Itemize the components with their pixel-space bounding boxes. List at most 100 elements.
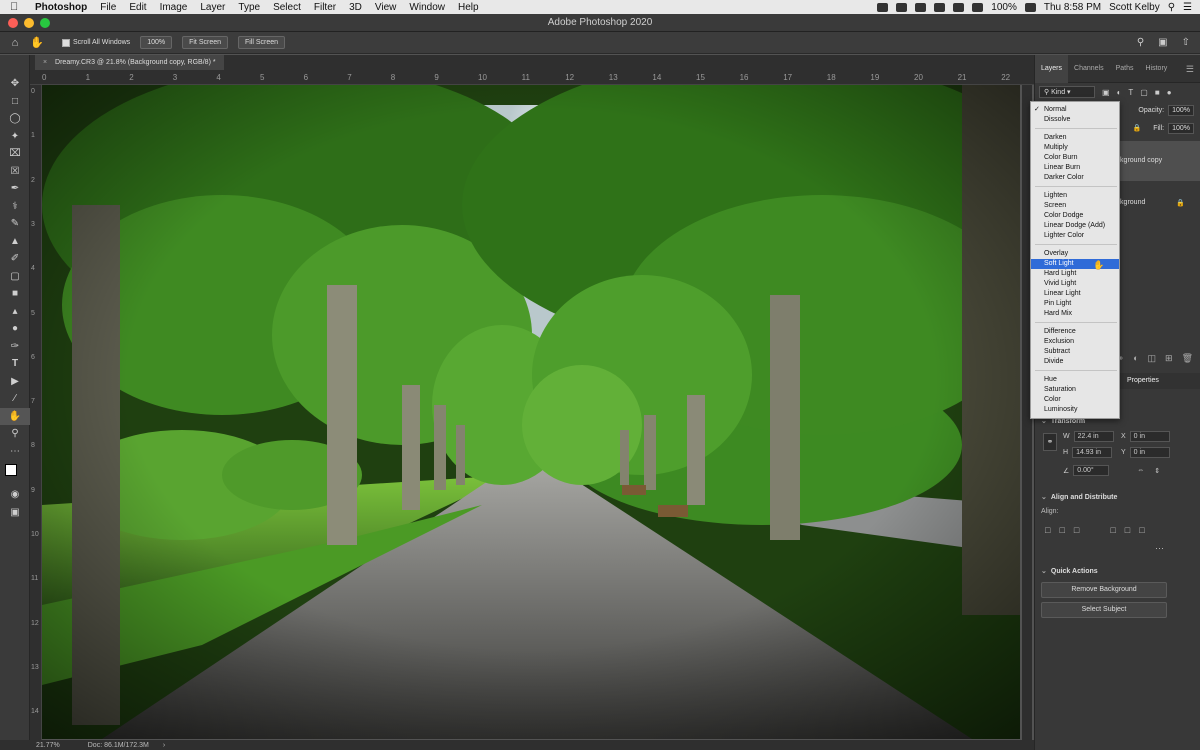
align-section-title[interactable]: Align and Distribute bbox=[1041, 493, 1118, 501]
tab-history[interactable]: History bbox=[1140, 55, 1174, 83]
blend-linear-dodge[interactable]: Linear Dodge (Add) bbox=[1031, 221, 1119, 231]
eyedropper-tool-icon[interactable]: ✒ bbox=[0, 180, 30, 198]
dropbox-icon[interactable] bbox=[877, 2, 889, 12]
eraser-tool-icon[interactable]: ▢ bbox=[0, 268, 30, 286]
blend-linear-burn[interactable]: Linear Burn bbox=[1031, 163, 1119, 173]
status-icon[interactable] bbox=[915, 2, 927, 12]
quick-actions-section-title[interactable]: Quick Actions bbox=[1041, 567, 1098, 575]
new-layer-icon[interactable]: ⊞ bbox=[1165, 353, 1173, 367]
bluetooth-icon[interactable] bbox=[934, 2, 946, 12]
menu-layer[interactable]: Layer bbox=[200, 2, 225, 13]
pixel-filter-icon[interactable]: ▣ bbox=[1102, 88, 1110, 97]
opacity-input[interactable]: 100% bbox=[1168, 104, 1194, 116]
h-input[interactable]: 14.93 in bbox=[1072, 447, 1113, 458]
remove-background-button[interactable]: Remove Background bbox=[1041, 582, 1167, 598]
delete-layer-icon[interactable]: 🗑 bbox=[1182, 353, 1193, 367]
adjustment-filter-icon[interactable]: ◐ bbox=[1117, 88, 1122, 97]
app-menu[interactable]: Photoshop bbox=[35, 2, 87, 13]
quick-select-tool-icon[interactable]: ✦ bbox=[0, 128, 30, 146]
home-icon[interactable]: ⌂ bbox=[0, 37, 30, 49]
blend-hue[interactable]: Hue bbox=[1031, 375, 1119, 385]
w-input[interactable]: 22.4 in bbox=[1073, 431, 1114, 442]
fit-screen-button[interactable]: Fit Screen bbox=[182, 36, 228, 49]
stamp-tool-icon[interactable]: ▲ bbox=[0, 233, 30, 251]
type-filter-icon[interactable]: T bbox=[1128, 88, 1133, 97]
share-icon[interactable]: ⇧ bbox=[1182, 37, 1190, 48]
healing-tool-icon[interactable]: ⚕ bbox=[0, 198, 30, 216]
blend-vivid-light[interactable]: Vivid Light bbox=[1031, 279, 1119, 289]
control-center-icon[interactable]: ☰ bbox=[1183, 2, 1192, 13]
angle-input[interactable]: 0.00° bbox=[1073, 465, 1110, 476]
vertical-ruler[interactable]: 0 1 2 3 4 5 6 7 8 9 10 11 12 13 14 bbox=[30, 85, 42, 740]
blend-subtract[interactable]: Subtract bbox=[1031, 347, 1119, 357]
link-dimensions-icon[interactable]: ⚭ bbox=[1043, 433, 1057, 451]
filter-toggle-icon[interactable]: ● bbox=[1167, 88, 1172, 97]
doc-size[interactable]: Doc: 86.1M/172.3M bbox=[88, 742, 149, 749]
blend-darken[interactable]: Darken bbox=[1031, 133, 1119, 143]
menu-select[interactable]: Select bbox=[273, 2, 301, 13]
hand-tool-icon[interactable]: ✋ bbox=[0, 407, 30, 425]
blend-hard-mix[interactable]: Hard Mix bbox=[1031, 309, 1119, 319]
menu-image[interactable]: Image bbox=[160, 2, 188, 13]
brush-tool-icon[interactable]: ✎ bbox=[0, 215, 30, 233]
lasso-tool-icon[interactable]: ◯ bbox=[0, 110, 30, 128]
blend-hard-light[interactable]: Hard Light bbox=[1031, 269, 1119, 279]
blend-lighter-color[interactable]: Lighter Color bbox=[1031, 231, 1119, 241]
blend-color-burn[interactable]: Color Burn bbox=[1031, 153, 1119, 163]
smart-filter-icon[interactable]: ■ bbox=[1155, 88, 1160, 97]
history-brush-tool-icon[interactable]: ✐ bbox=[0, 250, 30, 268]
workspace-icon[interactable]: ▣ bbox=[1158, 37, 1167, 48]
adjustment-layer-icon[interactable]: ◐ bbox=[1133, 353, 1138, 367]
gradient-tool-icon[interactable]: ■ bbox=[0, 285, 30, 303]
menu-3d[interactable]: 3D bbox=[349, 2, 362, 13]
tab-channels[interactable]: Channels bbox=[1068, 55, 1110, 83]
document-canvas[interactable] bbox=[42, 85, 1020, 739]
status-arrow-icon[interactable]: › bbox=[163, 742, 165, 749]
dodge-tool-icon[interactable]: ● bbox=[0, 320, 30, 338]
menu-filter[interactable]: Filter bbox=[314, 2, 336, 13]
menu-view[interactable]: View bbox=[375, 2, 397, 13]
hand-tool-icon[interactable]: ✋ bbox=[30, 36, 56, 49]
zoom-level[interactable]: 21.77% bbox=[36, 742, 60, 749]
more-options-icon[interactable]: ⋯ bbox=[1155, 543, 1164, 554]
tab-properties[interactable]: Properties bbox=[1127, 373, 1159, 389]
scroll-all-windows-checkbox[interactable]: Scroll All Windows bbox=[62, 38, 130, 47]
blend-lighten[interactable]: Lighten bbox=[1031, 191, 1119, 201]
battery-icon[interactable] bbox=[1024, 2, 1036, 12]
menubar-clock[interactable]: Thu 8:58 PM bbox=[1044, 2, 1101, 13]
marquee-tool-icon[interactable]: □ bbox=[0, 93, 30, 111]
crop-tool-icon[interactable]: ⌧ bbox=[0, 145, 30, 163]
menu-help[interactable]: Help bbox=[458, 2, 479, 13]
tab-layers[interactable]: Layers bbox=[1035, 54, 1069, 83]
search-icon[interactable]: ⚲ bbox=[1168, 2, 1175, 13]
blend-color-dodge[interactable]: Color Dodge bbox=[1031, 211, 1119, 221]
blend-dissolve[interactable]: Dissolve bbox=[1031, 115, 1119, 125]
blend-multiply[interactable]: Multiply bbox=[1031, 143, 1119, 153]
menu-window[interactable]: Window bbox=[409, 2, 445, 13]
time-machine-icon[interactable] bbox=[953, 2, 965, 12]
status-icon[interactable] bbox=[896, 2, 908, 12]
blend-pin-light[interactable]: Pin Light bbox=[1031, 299, 1119, 309]
x-input[interactable]: 0 in bbox=[1129, 431, 1170, 442]
flip-horizontal-icon[interactable]: ⇔ bbox=[1137, 467, 1144, 474]
foreground-color-swatch[interactable] bbox=[5, 464, 17, 476]
kind-filter-select[interactable]: ⚲ Kind ▾ bbox=[1039, 86, 1095, 98]
blend-soft-light[interactable]: Soft Light bbox=[1031, 259, 1119, 269]
align-bottom-icon[interactable]: □ bbox=[1139, 525, 1144, 535]
color-swatches[interactable] bbox=[0, 460, 29, 486]
align-vcenter-icon[interactable]: □ bbox=[1125, 525, 1130, 535]
select-subject-button[interactable]: Select Subject bbox=[1041, 602, 1167, 618]
blend-divide[interactable]: Divide bbox=[1031, 357, 1119, 367]
blend-darker-color[interactable]: Darker Color bbox=[1031, 173, 1119, 183]
panel-menu-icon[interactable]: ☰ bbox=[1180, 55, 1200, 83]
menu-file[interactable]: File bbox=[100, 2, 116, 13]
shape-filter-icon[interactable]: ▢ bbox=[1140, 88, 1148, 97]
frame-tool-icon[interactable]: ☒ bbox=[0, 163, 30, 181]
more-tools-icon[interactable]: ⋯ bbox=[0, 443, 30, 461]
fill-screen-button[interactable]: Fill Screen bbox=[238, 36, 286, 49]
zoom-100-button[interactable]: 100% bbox=[140, 36, 173, 49]
horizontal-ruler[interactable]: 0 1 2 3 4 5 6 7 8 9 10 11 12 13 14 15 16 17 18 19 20 21 22 bbox=[30, 70, 1034, 85]
path-select-tool-icon[interactable]: ▶ bbox=[0, 373, 30, 391]
document-tab[interactable]: × Dreamy.CR3 @ 21.8% (Background copy, R… bbox=[35, 55, 224, 70]
zoom-tool-icon[interactable]: ⚲ bbox=[0, 425, 30, 443]
